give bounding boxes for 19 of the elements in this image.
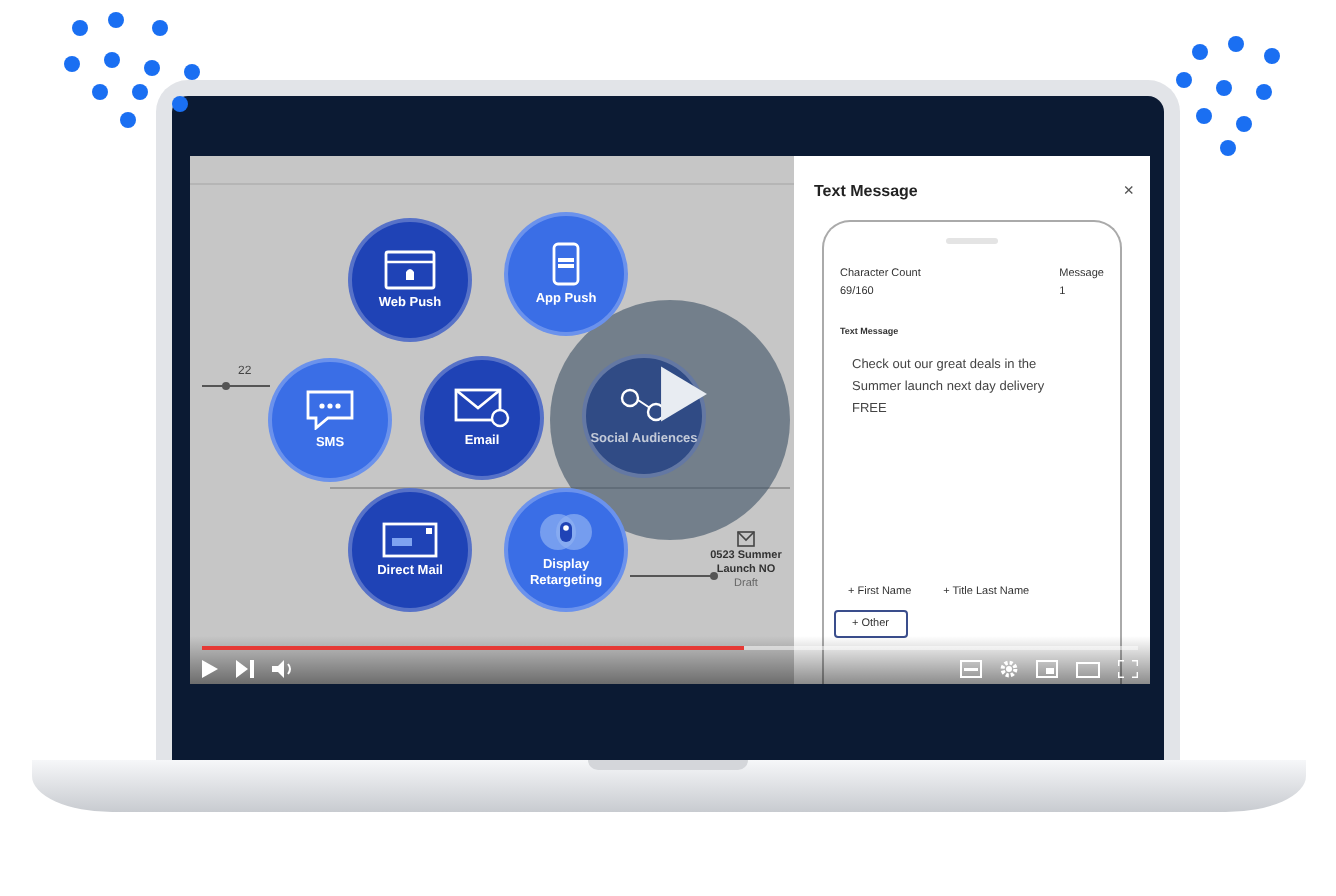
mail-card-icon (382, 521, 438, 558)
panel-title: Text Message (814, 181, 918, 199)
next-icon[interactable] (236, 660, 254, 678)
phone-icon (552, 241, 580, 286)
fullscreen-icon[interactable] (1118, 660, 1138, 678)
theater-icon[interactable] (1076, 661, 1100, 677)
close-button[interactable]: × (1123, 180, 1134, 200)
play-icon[interactable] (202, 660, 218, 678)
browser-bell-icon (384, 249, 436, 290)
envelope-icon (454, 387, 510, 428)
chat-bubble-icon (304, 389, 356, 430)
mail-icon (736, 528, 756, 548)
subtitles-icon[interactable] (960, 660, 982, 678)
play-icon (658, 362, 710, 426)
settings-icon[interactable] (1000, 660, 1018, 678)
miniplayer-icon[interactable] (1036, 660, 1058, 678)
volume-icon[interactable] (272, 660, 294, 678)
dots-drawing (1172, 34, 1284, 158)
person-target-icon (536, 512, 596, 553)
